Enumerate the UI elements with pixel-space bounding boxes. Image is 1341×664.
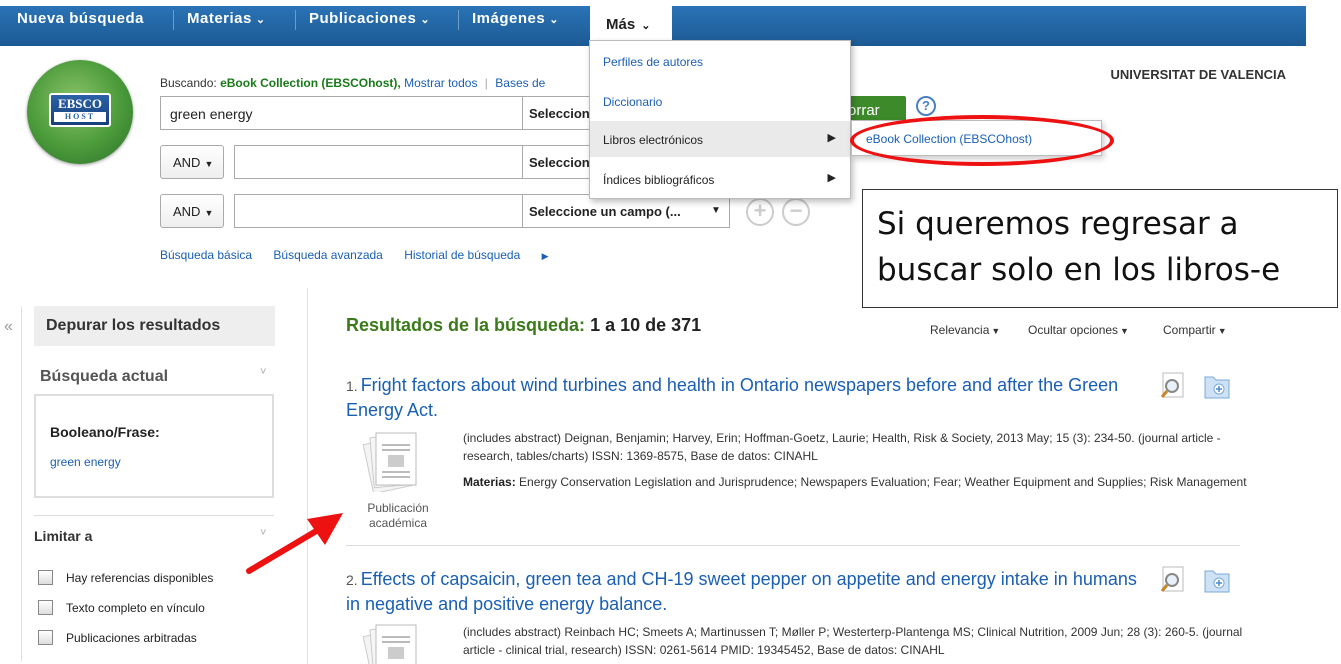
chevron-down-icon[interactable]: ˅ <box>260 366 266 378</box>
search-history-link[interactable]: Historial de búsqueda ▶ <box>404 248 566 262</box>
highlight-ellipse <box>850 115 1114 166</box>
nav-separator <box>458 10 459 30</box>
boolean-phrase-value[interactable]: green energy <box>50 455 121 469</box>
dropdown-arrow-icon: ▼ <box>711 205 721 216</box>
advanced-search-link[interactable]: Búsqueda avanzada <box>273 248 382 262</box>
logo-text: EBSCO <box>57 96 103 111</box>
search-input[interactable]: green energy <box>160 96 523 130</box>
field-select-1[interactable]: Seleccion <box>522 96 592 130</box>
caret-down-icon: ▼ <box>1120 326 1129 336</box>
chevron-down-icon: ⌄ <box>255 14 266 26</box>
annotation-arrow-icon <box>246 513 343 574</box>
annotation-callout: Si queremos regresar a buscar solo en lo… <box>862 189 1338 308</box>
menu-item-bibliographic-indexes[interactable]: Índices bibliográficos ▶ <box>590 161 850 197</box>
scope-database: eBook Collection (EBSCOhost), <box>220 76 401 90</box>
result-title-2[interactable]: 2. Effects of capsaicin, green tea and CH… <box>346 567 1146 616</box>
refine-results-header: Depurar los resultados <box>34 306 275 346</box>
result-divider <box>346 545 1240 546</box>
menu-item-ebooks[interactable]: Libros electrónicos ▶ <box>590 121 850 157</box>
document-icon[interactable] <box>358 622 420 664</box>
results-count: 1 a 10 de 371 <box>590 315 702 335</box>
checkbox-label: Texto completo en vínculo <box>66 601 205 615</box>
result-number: 2. <box>346 572 358 588</box>
boolean-operator-2[interactable]: AND ▼ <box>160 194 224 228</box>
search-input-3[interactable] <box>234 194 523 228</box>
boolean-operator-1[interactable]: AND ▼ <box>160 145 224 179</box>
logo-subtext: HOST <box>54 112 106 122</box>
nav-separator <box>173 10 174 30</box>
double-chevron-left-icon: « <box>4 318 13 335</box>
add-row-icon[interactable]: + <box>746 198 774 226</box>
column-divider <box>307 288 308 664</box>
result-title-1[interactable]: 1. Fright factors about wind turbines and… <box>346 373 1146 422</box>
share-dropdown[interactable]: Compartir ▼ <box>1163 323 1227 337</box>
checkbox-label: Hay referencias disponibles <box>66 571 214 585</box>
triangle-right-icon: ▶ <box>827 132 836 144</box>
current-search-title[interactable]: Búsqueda actual <box>40 368 168 386</box>
nav-publications[interactable]: Publicaciones ⌄ <box>309 10 430 27</box>
results-heading: Resultados de la búsqueda: 1 a 10 de 371 <box>346 315 702 335</box>
preview-magnifier-icon[interactable] <box>1160 372 1186 400</box>
divider <box>34 515 274 516</box>
field-select-2[interactable]: Seleccion <box>522 145 592 179</box>
scope-separator: | <box>484 76 488 90</box>
menu-item-dictionary[interactable]: Diccionario <box>590 83 850 119</box>
logo-badge: EBSCO HOST <box>49 93 111 127</box>
chevron-down-icon: ⌄ <box>420 14 431 26</box>
callout-line-2: buscar solo en los libros-e <box>877 252 1281 288</box>
nav-subjects[interactable]: Materias ⌄ <box>187 10 266 27</box>
result-meta-1: (includes abstract) Deignan, Benjamin; H… <box>463 431 1221 463</box>
chevron-down-icon: ⌄ <box>641 20 651 32</box>
help-icon[interactable]: ? <box>916 96 936 116</box>
sort-relevance-dropdown[interactable]: Relevancia ▼ <box>930 323 1000 337</box>
show-all-link[interactable]: Mostrar todos <box>404 76 477 90</box>
add-to-folder-icon[interactable] <box>1203 566 1231 594</box>
caret-down-icon: ▼ <box>991 326 1001 336</box>
document-icon[interactable] <box>358 430 420 492</box>
boolean-phrase-label: Booleano/Frase: <box>50 424 160 440</box>
caret-down-icon: ▼ <box>204 208 214 218</box>
nav-images[interactable]: Imágenes ⌄ <box>472 10 559 27</box>
triangle-right-icon: ▶ <box>827 172 836 184</box>
choose-databases-link[interactable]: Bases de <box>495 76 545 90</box>
callout-line-1: Si queremos regresar a <box>877 206 1239 242</box>
search-input-2[interactable] <box>234 145 523 179</box>
nav-separator <box>295 10 296 30</box>
result-subjects-1: Materias: Energy Conservation Legislatio… <box>463 475 1247 489</box>
result-number: 1. <box>346 378 358 394</box>
add-to-folder-icon[interactable] <box>1203 372 1231 400</box>
preview-magnifier-icon[interactable] <box>1160 566 1186 594</box>
caret-down-icon: ▼ <box>1217 326 1227 336</box>
current-search-box <box>34 394 274 498</box>
ebsco-host-logo[interactable]: EBSCO HOST <box>27 60 133 164</box>
nav-new-search[interactable]: Nueva búsqueda <box>17 10 144 27</box>
checkbox-references[interactable] <box>38 570 53 585</box>
triangle-right-icon: ▶ <box>541 251 549 261</box>
hide-options-dropdown[interactable]: Ocultar opciones ▼ <box>1028 323 1129 337</box>
checkbox-peer-reviewed[interactable] <box>38 630 53 645</box>
collapse-panel-button[interactable]: « <box>0 306 22 662</box>
checkbox-label: Publicaciones arbitradas <box>66 631 197 645</box>
more-dropdown-menu: Perfiles de autores Diccionario Libros e… <box>589 40 851 199</box>
basic-search-link[interactable]: Búsqueda básica <box>160 248 252 262</box>
menu-item-author-profiles[interactable]: Perfiles de autores <box>590 43 850 79</box>
publication-type-label: Publicación académica <box>367 501 429 530</box>
field-select-3[interactable]: Seleccione un campo (... <box>522 194 730 228</box>
search-mode-links: Búsqueda básica Búsqueda avanzada Histor… <box>160 248 585 262</box>
search-scope: Buscando: eBook Collection (EBSCOhost), … <box>160 76 545 90</box>
institution-name: UNIVERSITAT DE VALENCIA <box>1110 67 1286 82</box>
caret-down-icon: ▼ <box>204 159 214 169</box>
scope-prefix: Buscando: <box>160 76 217 90</box>
remove-row-icon[interactable]: − <box>782 198 810 226</box>
result-meta-2: (includes abstract) Reinbach HC; Smeets … <box>463 625 1243 657</box>
limit-to-title[interactable]: Limitar a <box>34 528 92 544</box>
checkbox-full-text-link[interactable] <box>38 600 53 615</box>
chevron-down-icon: ⌄ <box>549 14 559 26</box>
